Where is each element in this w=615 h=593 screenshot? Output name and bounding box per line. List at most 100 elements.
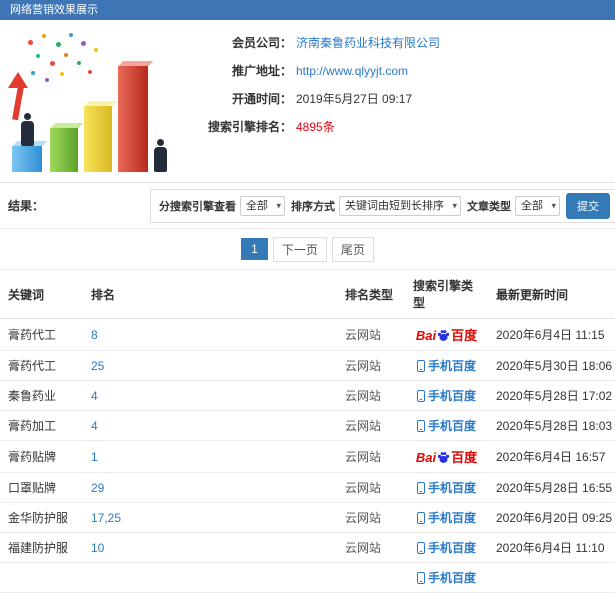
- rank-type-cell: 云网站: [337, 440, 405, 473]
- promo-url-link[interactable]: http://www.qlyyjt.com: [296, 64, 408, 78]
- sort-filter-label: 排序方式: [291, 200, 335, 213]
- rank-type-cell: [337, 562, 405, 593]
- update-time-cell: 2020年5月30日 18:06: [488, 350, 615, 381]
- keyword-cell: 膏药代工: [0, 350, 83, 381]
- confetti-dot: [56, 42, 61, 47]
- table-header-row: 关键词 排名 排名类型 搜索引擎类型 最新更新时间: [0, 270, 615, 319]
- confetti-dot: [60, 72, 64, 76]
- submit-button[interactable]: 提交: [566, 192, 610, 219]
- phone-icon: [416, 360, 425, 372]
- rank-cell: 25: [83, 350, 337, 381]
- update-time-cell: 2020年6月4日 16:57: [488, 440, 615, 473]
- rank-type-cell: 云网站: [337, 532, 405, 563]
- rank-cell: 8: [83, 318, 337, 351]
- open-time-field: 开通时间： 2019年5月27日 09:17: [192, 92, 440, 106]
- keyword-cell: 福建防护服: [0, 532, 83, 563]
- engine-cell: 手机百度: [405, 350, 488, 381]
- rank-type-cell: 云网站: [337, 380, 405, 411]
- header-updated: 最新更新时间: [488, 270, 615, 319]
- rank-link[interactable]: 25: [91, 359, 104, 373]
- filter-section: 结果： 分搜索引擎查看 全部 排序方式 关键词由短到长排序 文章类型 全部 提交: [0, 182, 615, 228]
- table-row: 膏药代工 25 云网站 手机百度 2020年5月30日 18:06: [0, 350, 615, 381]
- keyword-cell: 膏药加工: [0, 410, 83, 441]
- mobile-baidu-logo: 手机百度: [416, 541, 476, 555]
- mobile-baidu-logo: 手机百度: [416, 481, 476, 495]
- rank-cell: 4: [83, 380, 337, 411]
- engine-filter-label: 分搜索引擎查看: [159, 200, 236, 213]
- sort-select-wrap: 关键词由短到长排序: [339, 195, 461, 216]
- results-table: 关键词 排名 排名类型 搜索引擎类型 最新更新时间 膏药代工 8 云网站 Bai…: [0, 270, 615, 593]
- rank-type-cell: 云网站: [337, 502, 405, 533]
- baidu-logo: Bai 百度: [415, 450, 478, 465]
- result-label: 结果：: [8, 199, 45, 213]
- mobile-baidu-logo: 手机百度: [416, 571, 476, 585]
- phone-icon: [416, 512, 425, 524]
- table-row: 福建防护服 10 云网站 手机百度 2020年6月4日 11:10: [0, 532, 615, 563]
- rank-cell: 10: [83, 532, 337, 563]
- phone-icon: [416, 390, 425, 402]
- engine-rank-count: 4895条: [296, 120, 335, 134]
- rank-type-cell: 云网站: [337, 472, 405, 503]
- rank-link[interactable]: 4: [91, 419, 98, 433]
- engine-select[interactable]: 全部: [240, 195, 285, 216]
- rank-link[interactable]: 8: [91, 328, 98, 342]
- update-time-cell: [488, 562, 615, 593]
- keyword-cell: 口罩贴牌: [0, 472, 83, 503]
- sort-select[interactable]: 关键词由短到长排序: [339, 195, 461, 216]
- field-label: 推广地址：: [231, 64, 292, 78]
- article-select[interactable]: 全部: [515, 195, 560, 216]
- businessman-figure: [19, 113, 35, 146]
- chart-bar-green: [50, 128, 78, 172]
- confetti-dot: [88, 70, 92, 74]
- confetti-dot: [28, 40, 33, 45]
- filter-box: 分搜索引擎查看 全部 排序方式 关键词由短到长排序 文章类型 全部 提交: [150, 188, 615, 223]
- mobile-baidu-logo: 手机百度: [416, 359, 476, 373]
- article-type-label: 文章类型: [467, 200, 511, 213]
- table-row: 金华防护服 17,25 云网站 手机百度 2020年6月20日 09:25: [0, 502, 615, 533]
- rank-link[interactable]: 29: [91, 481, 104, 495]
- chart-bar-blue: [12, 146, 42, 172]
- confetti-dot: [77, 61, 81, 65]
- promo-url-field: 推广地址： http://www.qlyyjt.com: [192, 64, 440, 78]
- rank-cell: 4: [83, 410, 337, 441]
- engine-cell: Bai 百度: [405, 440, 488, 473]
- rank-link[interactable]: 10: [91, 541, 104, 555]
- keyword-cell: 金华防护服: [0, 502, 83, 533]
- header-keyword: 关键词: [0, 270, 83, 319]
- update-time-cell: 2020年6月4日 11:15: [488, 318, 615, 351]
- confetti-dot: [94, 48, 98, 52]
- marketing-illustration: [6, 28, 178, 176]
- table-row: 秦鲁药业 4 云网站 手机百度 2020年5月28日 17:02: [0, 380, 615, 411]
- table-row: 膏药代工 8 云网站 Bai 百度 2020年6月4日 11:15: [0, 318, 615, 351]
- table-row: 手机百度: [0, 562, 615, 593]
- rank-link[interactable]: 1: [91, 450, 98, 464]
- keyword-cell: 膏药贴牌: [0, 440, 83, 473]
- info-section: 会员公司： 济南秦鲁药业科技有限公司 推广地址： http://www.qlyy…: [0, 20, 615, 182]
- keyword-cell: 膏药代工: [0, 318, 83, 351]
- next-page-button[interactable]: 下一页: [272, 236, 327, 262]
- update-time-cell: 2020年6月20日 09:25: [488, 502, 615, 533]
- page-current[interactable]: 1: [241, 238, 268, 260]
- last-page-button[interactable]: 尾页: [331, 236, 374, 262]
- confetti-dot: [45, 78, 49, 82]
- phone-icon: [416, 420, 425, 432]
- engine-cell: 手机百度: [405, 380, 488, 411]
- member-info: 会员公司： 济南秦鲁药业科技有限公司 推广地址： http://www.qlyy…: [192, 28, 440, 176]
- businessman-figure: [152, 139, 168, 172]
- baidu-paw-icon: [437, 452, 450, 463]
- keyword-cell: 秦鲁药业: [0, 380, 83, 411]
- engine-cell: 手机百度: [405, 502, 488, 533]
- member-company-link[interactable]: 济南秦鲁药业科技有限公司: [296, 36, 440, 50]
- engine-cell: 手机百度: [405, 562, 488, 593]
- baidu-paw-icon: [437, 330, 450, 341]
- rank-link[interactable]: 17,25: [91, 511, 121, 525]
- confetti-dot: [36, 54, 40, 58]
- open-time-value: 2019年5月27日 09:17: [296, 92, 413, 106]
- table-body: 膏药代工 8 云网站 Bai 百度 2020年6月4日 11:15 膏药代工 25…: [0, 318, 615, 593]
- confetti-dot: [81, 41, 86, 46]
- baidu-logo: Bai 百度: [415, 328, 478, 343]
- rank-link[interactable]: 4: [91, 389, 98, 403]
- keyword-cell: [0, 562, 83, 593]
- header-rank: 排名: [83, 270, 337, 319]
- mobile-baidu-logo: 手机百度: [416, 389, 476, 403]
